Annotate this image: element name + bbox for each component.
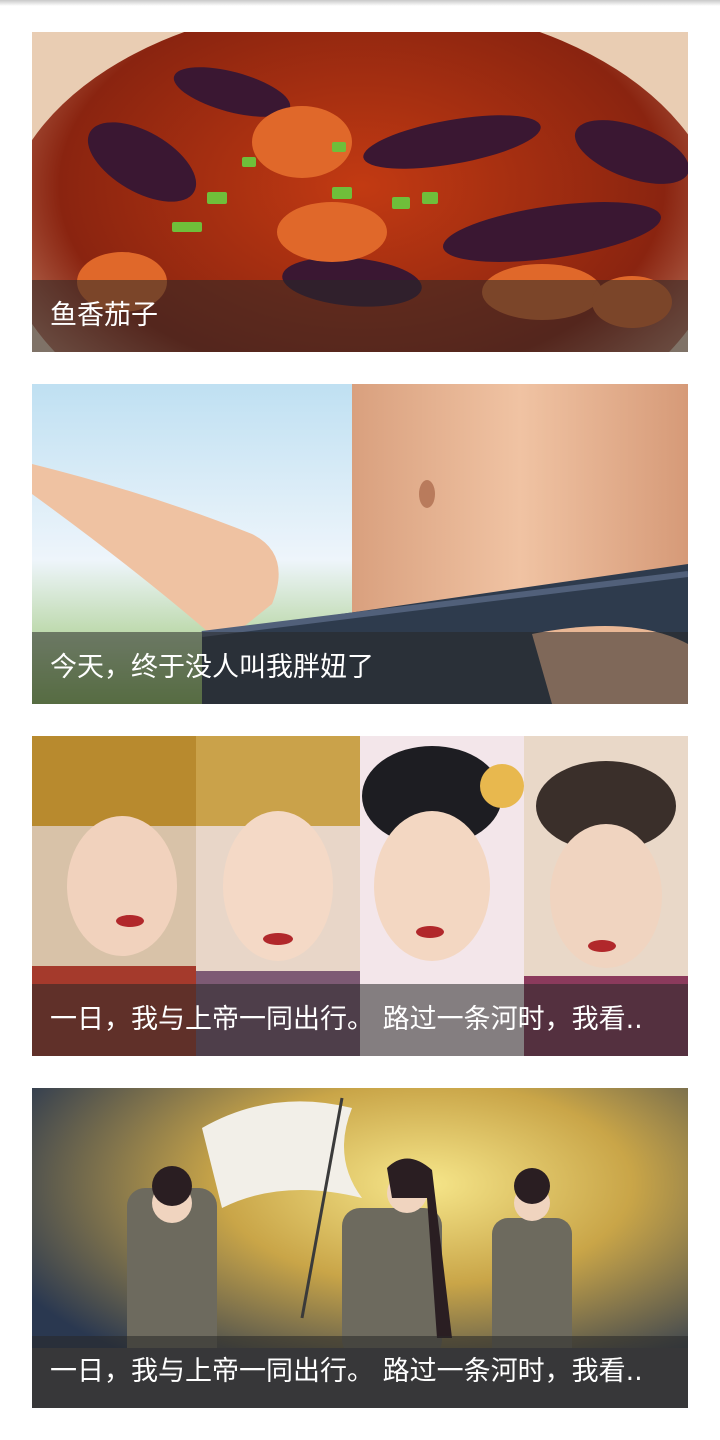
card-caption: 鱼香茄子 (32, 280, 688, 352)
card-caption: 一日，我与上帝一同出行。 路过一条河时，我看.. (32, 1336, 688, 1408)
status-shadow (0, 0, 720, 6)
feed-card[interactable]: 鱼香茄子 (32, 32, 688, 352)
feed-card[interactable]: 一日，我与上帝一同出行。 路过一条河时，我看.. (32, 1088, 688, 1408)
card-caption: 今天，终于没人叫我胖妞了 (32, 632, 688, 704)
card-caption: 一日，我与上帝一同出行。 路过一条河时，我看.. (32, 984, 688, 1056)
feed-card[interactable]: 一日，我与上帝一同出行。 路过一条河时，我看.. (32, 736, 688, 1056)
article-feed: 鱼香茄子 今天，终于没人叫我胖妞了 一日，我与上帝一同出行。 路过一条河时，我看… (32, 32, 688, 1440)
feed-card[interactable]: 今天，终于没人叫我胖妞了 (32, 384, 688, 704)
